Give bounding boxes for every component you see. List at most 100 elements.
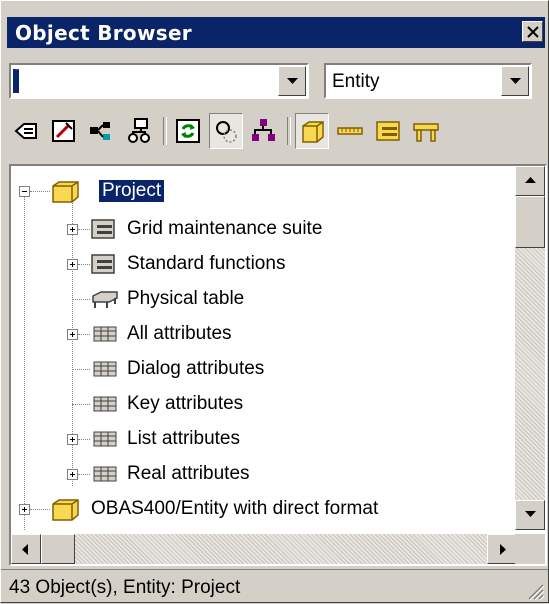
hierarchy-icon — [90, 122, 110, 140]
circles-icon — [216, 121, 237, 143]
tree-node-child[interactable]: Physical table — [11, 286, 517, 316]
type-dropdown-button[interactable] — [501, 66, 529, 96]
object-browser-window: Object Browser * Entity Project Grid mai… — [0, 0, 549, 603]
network-button[interactable] — [123, 113, 157, 149]
entity-icon — [302, 121, 324, 143]
hierarchy-button[interactable] — [85, 113, 119, 149]
relations-button[interactable] — [247, 113, 281, 149]
collapse-toggle[interactable] — [19, 186, 30, 197]
scroll-right-button[interactable] — [487, 534, 517, 564]
expand-toggle[interactable] — [67, 259, 78, 270]
type-select[interactable]: Entity — [324, 63, 532, 99]
expand-toggle[interactable] — [67, 224, 78, 235]
wizard-button[interactable] — [47, 113, 81, 149]
entity-folder-icon — [52, 499, 79, 521]
project-folder-icon — [52, 181, 79, 203]
chevron-up-icon — [525, 177, 536, 183]
filter-dropdown-button[interactable] — [278, 66, 306, 96]
attributes-icon — [93, 466, 117, 482]
chevron-right-icon — [500, 544, 506, 555]
horizontal-scrollbar[interactable] — [11, 534, 517, 564]
status-text: 43 Object(s), Entity: Project — [9, 577, 241, 598]
back-icon — [14, 123, 37, 139]
resize-grip-icon[interactable] — [526, 582, 544, 600]
tree-connector — [72, 299, 90, 300]
horizontal-scroll-thumb[interactable] — [41, 534, 75, 564]
expand-toggle[interactable] — [67, 434, 78, 445]
tree-node-label: Dialog attributes — [127, 358, 265, 379]
tree-node-child[interactable]: Dialog attributes — [11, 356, 517, 386]
tree-node-label: Standard functions — [127, 253, 286, 274]
tree-node-label: Project — [97, 179, 166, 203]
tree-node-child[interactable]: Grid maintenance suite — [11, 216, 517, 246]
toolbar-separator — [163, 117, 167, 145]
tree-node-child[interactable]: All attributes — [11, 321, 517, 351]
back-button[interactable] — [9, 113, 43, 149]
type-select-value: Entity — [332, 71, 380, 92]
wizard-icon — [52, 120, 75, 142]
tree-node-child[interactable]: Standard functions — [11, 251, 517, 281]
vertical-scroll-thumb[interactable] — [515, 196, 545, 248]
function-button[interactable] — [371, 113, 405, 149]
function-icon — [91, 254, 115, 274]
tree-node-child[interactable]: Key attributes — [11, 391, 517, 421]
tree-connector — [30, 509, 50, 510]
vertical-scrollbar[interactable] — [515, 166, 545, 530]
circles-button[interactable] — [209, 113, 243, 149]
tree-connector — [78, 264, 90, 265]
network-icon — [128, 118, 150, 143]
tree-node-label: Key attributes — [127, 393, 244, 414]
refresh-button[interactable] — [171, 113, 205, 149]
tree-node-root[interactable]: OBAS400/Entity with direct format — [11, 496, 517, 526]
close-icon — [527, 26, 539, 38]
attributes-icon — [93, 431, 117, 447]
tree-connector — [72, 404, 90, 405]
chevron-down-icon — [525, 511, 536, 517]
chevron-down-icon — [510, 78, 521, 84]
scroll-left-button[interactable] — [11, 534, 41, 564]
table-button[interactable] — [409, 113, 443, 149]
tree-connector — [72, 369, 90, 370]
tree-connector — [30, 191, 50, 192]
field-icon — [337, 127, 363, 135]
expand-toggle[interactable] — [19, 504, 30, 515]
filter-combo[interactable]: * — [9, 63, 309, 99]
tree-node-root[interactable]: Project — [11, 178, 517, 208]
tree-node-child[interactable]: List attributes — [11, 426, 517, 456]
table-icon — [413, 123, 439, 142]
close-button[interactable] — [522, 21, 543, 42]
tree-connector — [78, 229, 90, 230]
tree-connector — [78, 439, 90, 440]
filter-value: * — [15, 65, 19, 76]
scroll-corner — [515, 534, 545, 564]
tree-connector — [78, 334, 90, 335]
entity-button[interactable] — [295, 113, 329, 149]
physical-table-icon — [92, 291, 118, 308]
object-tree: Project Grid maintenance suite Standard … — [11, 166, 517, 530]
tree-node-label: Grid maintenance suite — [127, 218, 323, 239]
tree-node-label: All attributes — [127, 323, 232, 344]
attributes-icon — [93, 326, 117, 342]
relations-icon — [252, 119, 275, 141]
status-bar: 43 Object(s), Entity: Project — [1, 569, 548, 604]
field-button[interactable] — [333, 113, 367, 149]
tree-node-label: OBAS400/Entity with direct format — [91, 498, 379, 519]
scroll-down-button[interactable] — [515, 500, 545, 530]
tree-connector — [78, 474, 90, 475]
function-icon — [91, 219, 115, 239]
attributes-icon — [93, 396, 117, 412]
title-bar[interactable]: Object Browser — [7, 17, 545, 48]
window-title: Object Browser — [15, 21, 192, 45]
refresh-icon — [176, 119, 200, 143]
tree-node-label: List attributes — [127, 428, 240, 449]
tree-node-label: Real attributes — [127, 463, 250, 484]
scroll-up-button[interactable] — [515, 166, 545, 196]
attributes-icon — [93, 361, 117, 377]
tree-node-label: Physical table — [127, 288, 245, 309]
expand-toggle[interactable] — [67, 329, 78, 340]
expand-toggle[interactable] — [67, 469, 78, 480]
chevron-left-icon — [22, 544, 28, 555]
tree-node-child[interactable]: Real attributes — [11, 461, 517, 491]
chevron-down-icon — [287, 78, 298, 84]
toolbar-separator — [287, 117, 291, 145]
